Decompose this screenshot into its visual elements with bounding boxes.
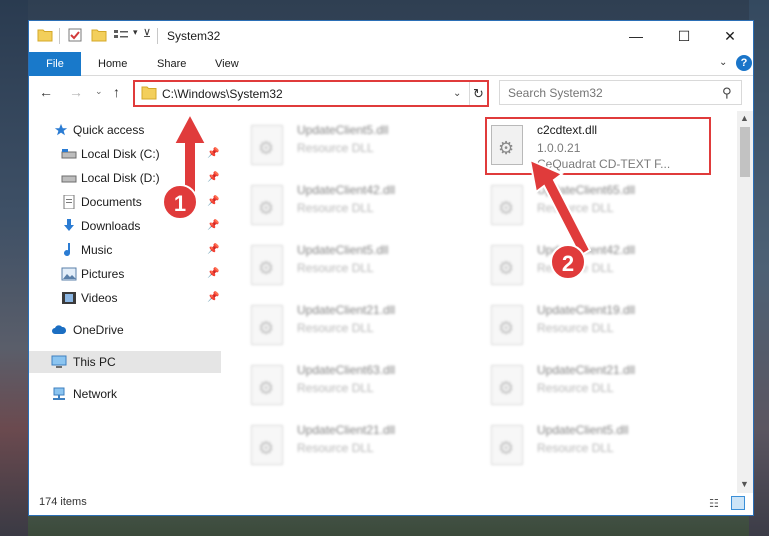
document-icon [63,195,75,209]
chevron-down-icon[interactable]: ⌄ [453,88,461,99]
scroll-up-icon[interactable]: ▲ [740,113,749,123]
download-icon [64,219,74,231]
list-item[interactable]: ⚙ UpdateClient21.dll Resource DLL [225,417,455,473]
step-badge-1: 1 [162,184,198,220]
forward-arrow-icon[interactable]: → [69,84,83,100]
tab-share[interactable]: Share [157,52,186,76]
dll-file-icon: ⚙ [251,245,283,285]
search-box[interactable]: ⚲ [499,80,742,105]
tiles-view-icon[interactable] [731,496,745,510]
list-item[interactable]: ⚙ UpdateClient5.dll Resource DLL [225,117,455,173]
drive-icon [61,149,77,159]
dll-file-icon: ⚙ [251,305,283,345]
vertical-scrollbar[interactable]: ▲ ▼ [737,111,753,493]
up-arrow-icon[interactable]: ↑ [113,84,120,100]
tab-view[interactable]: View [215,52,239,76]
search-input[interactable] [508,85,708,101]
dll-file-icon: ⚙ [491,425,523,465]
list-item[interactable]: ⚙ UpdateClient42.dll Resource DLL [225,177,455,233]
list-item[interactable]: ⚙ UpdateClient63.dll Resource DLL [225,357,455,413]
dll-file-icon: ⚙ [251,425,283,465]
scroll-thumb[interactable] [740,127,750,177]
computer-icon [51,355,67,368]
recent-locations-icon[interactable]: ⌄ [95,86,103,97]
minimize-button[interactable]: — [613,21,659,52]
title-bar: ▾ ⊻ System32 — ☐ ✕ [29,21,753,52]
status-bar: 174 items ☷ [29,493,753,515]
list-item[interactable]: ⚙ UpdateClient21.dll Resource DLL [465,357,695,413]
list-item[interactable]: ⚙ UpdateClient5.dll Resource DLL [465,417,695,473]
desktop-background-left [0,0,28,536]
dll-file-icon: ⚙ [251,185,283,225]
dll-file-icon: ⚙ [251,365,283,405]
dll-file-icon: ⚙ [251,125,283,165]
folder-icon [37,29,53,42]
item-count: 174 items [39,496,87,508]
expand-ribbon-icon[interactable]: ⌄ [719,57,727,68]
window-title: System32 [167,29,221,43]
drive-icon [61,175,77,183]
address-bar[interactable]: C:\Windows\System32 ⌄ ↻ [133,80,489,107]
search-icon[interactable]: ⚲ [722,85,732,101]
close-button[interactable]: ✕ [707,21,753,52]
sidebar-item-network[interactable]: Network [29,383,221,405]
navigation-bar: ← → ⌄ ↑ C:\Windows\System32 ⌄ ↻ ⚲ [29,77,753,109]
sidebar-item-music[interactable]: Music 📌 [29,239,221,261]
maximize-button[interactable]: ☐ [661,21,707,52]
sidebar-item-downloads[interactable]: Downloads 📌 [29,215,221,237]
video-icon [62,292,76,304]
list-item[interactable]: ⚙ UpdateClient19.dll Resource DLL [465,297,695,353]
network-icon [53,387,65,400]
sidebar-item-this-pc[interactable]: This PC [29,351,221,373]
list-item[interactable]: ⚙ UpdateClient5.dll Resource DLL [225,237,455,293]
music-icon [64,243,71,257]
pin-icon[interactable]: 📌 [207,263,219,285]
back-arrow-icon[interactable]: ← [39,84,53,100]
cloud-icon [52,325,67,334]
refresh-icon[interactable]: ↻ [469,82,487,105]
sidebar-item-videos[interactable]: Videos 📌 [29,287,221,309]
sidebar-item-onedrive[interactable]: OneDrive [29,319,221,341]
pin-icon[interactable]: 📌 [207,215,219,237]
help-icon[interactable]: ? [736,55,752,71]
address-path: C:\Windows\System32 [162,87,283,101]
tab-home[interactable]: Home [98,52,127,76]
dll-file-icon: ⚙ [491,245,523,285]
details-view-icon[interactable]: ☷ [709,497,719,510]
file-list: ⚙ UpdateClient5.dll Resource DLL ⚙ Updat… [225,111,739,493]
picture-icon [61,267,77,281]
file-explorer-window: ▾ ⊻ System32 — ☐ ✕ File Home Share View … [28,20,754,516]
pin-icon[interactable]: 📌 [207,287,219,309]
pin-icon[interactable]: 📌 [207,239,219,261]
star-icon [54,123,68,136]
tab-file[interactable]: File [29,52,81,76]
folder-icon [141,86,157,100]
dll-file-icon: ⚙ [491,185,523,225]
chevron-down-icon[interactable]: ▾ [133,27,138,38]
scroll-down-icon[interactable]: ▼ [740,479,749,489]
dll-file-icon: ⚙ [491,365,523,405]
properties-check-icon[interactable] [67,27,83,43]
list-properties-icon[interactable] [113,27,129,43]
step-badge-2: 2 [550,244,586,280]
sidebar-item-pictures[interactable]: Pictures 📌 [29,263,221,285]
new-folder-icon[interactable] [91,27,107,43]
dll-file-icon: ⚙ [491,305,523,345]
customize-toolbar-icon[interactable]: ⊻ [143,27,151,40]
ribbon-tabs: File Home Share View ⌄ ? [29,52,753,76]
list-item[interactable]: ⚙ UpdateClient21.dll Resource DLL [225,297,455,353]
